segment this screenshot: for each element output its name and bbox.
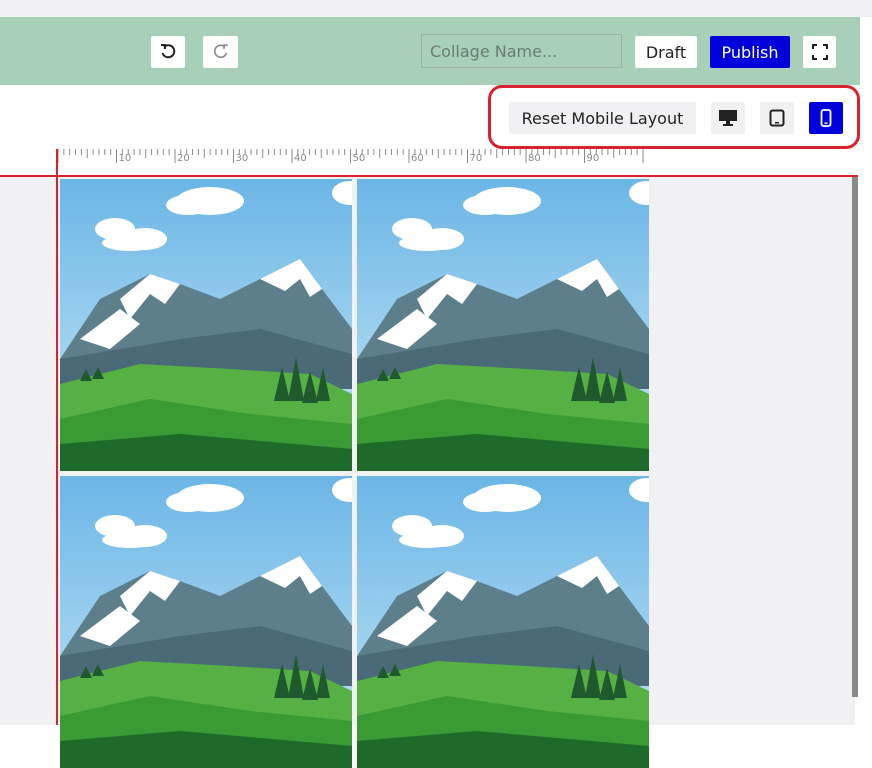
mountain-landscape-image (357, 179, 649, 471)
fullscreen-button[interactable] (803, 36, 836, 68)
publish-button[interactable]: Publish (710, 36, 790, 68)
collage-tile-4[interactable] (357, 476, 649, 768)
ruler-label: 70 (470, 153, 483, 164)
ruler-label: 80 (528, 153, 541, 164)
mountain-landscape-image (60, 476, 352, 768)
ruler-label: 30 (236, 153, 249, 164)
mountain-landscape-image (357, 476, 649, 768)
ruler-label: 20 (177, 153, 190, 164)
ruler-label: 50 (353, 153, 366, 164)
collage-tile-1[interactable] (60, 179, 352, 471)
redo-button[interactable] (203, 36, 238, 68)
ruler-label: 60 (411, 153, 424, 164)
ruler-label: 10 (119, 153, 132, 164)
layout-highlight-box (488, 85, 860, 149)
horizontal-ruler: 10 20 30 40 50 60 70 80 90 (0, 149, 860, 175)
draft-button[interactable]: Draft (635, 36, 697, 68)
ruler-label: 90 (587, 153, 600, 164)
redo-icon (213, 44, 228, 59)
editor-toolbar: Draft Publish (0, 17, 860, 85)
ruler-label: 40 (294, 153, 307, 164)
collage-tile-2[interactable] (357, 179, 649, 471)
undo-icon (161, 44, 176, 59)
mountain-landscape-image (60, 179, 352, 471)
collage-name-input[interactable] (421, 34, 622, 68)
vertical-scrollbar[interactable] (852, 177, 858, 697)
undo-button[interactable] (151, 36, 185, 68)
fullscreen-icon (811, 44, 828, 60)
ruler-ticks: 10 20 30 40 50 60 70 80 90 (57, 149, 644, 164)
top-strip (0, 0, 872, 17)
vertical-guide-line (56, 149, 58, 725)
scroll-track (858, 149, 872, 725)
collage-tile-3[interactable] (60, 476, 352, 768)
